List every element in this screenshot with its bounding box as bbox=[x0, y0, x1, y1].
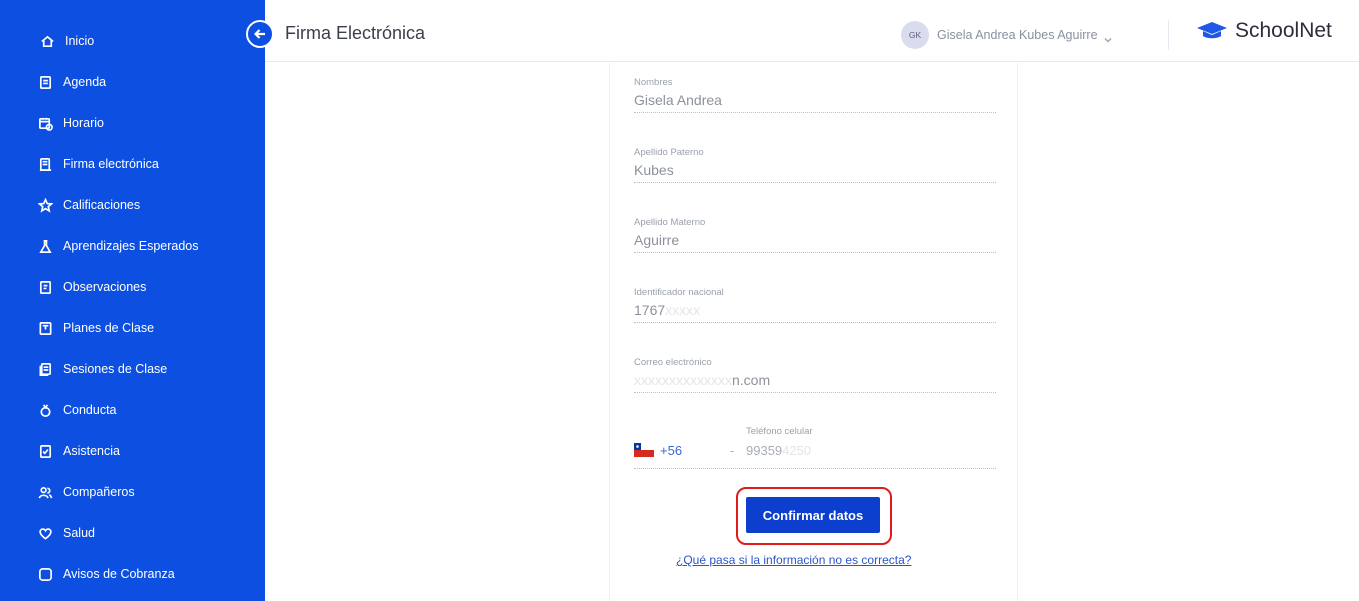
field-nombres[interactable]: Nombres Gisela Andrea bbox=[634, 77, 996, 113]
sidebar-item-label: Planes de Clase bbox=[63, 321, 155, 335]
sidebar-item-label: Asistencia bbox=[63, 444, 120, 458]
sidebar-item-asistencia[interactable]: Asistencia bbox=[36, 439, 120, 463]
sidebar-item-inicio[interactable]: Inicio bbox=[38, 29, 94, 53]
sidebar-item-salud[interactable]: Salud bbox=[36, 521, 95, 545]
plan-icon bbox=[36, 319, 54, 337]
form-card: Nombres Gisela Andrea Apellido Paterno K… bbox=[609, 63, 1018, 601]
user-name: Gisela Andrea Kubes Aguirre bbox=[937, 28, 1098, 42]
avatar: GK bbox=[901, 21, 929, 49]
field-value: xxxxxxxxxxxxxxn.com bbox=[634, 372, 996, 392]
visible-part: 99359 bbox=[746, 443, 783, 458]
field-telefono-celular[interactable]: +56 - Teléfono celular 993594250 bbox=[634, 423, 996, 469]
field-label: Identificador nacional bbox=[634, 287, 724, 298]
sidebar-item-firma-electronica[interactable]: Firma electrónica bbox=[36, 152, 159, 176]
sidebar-item-label: Agenda bbox=[63, 75, 107, 89]
sidebar-item-companeros[interactable]: Compañeros bbox=[36, 480, 135, 504]
field-label: Teléfono celular bbox=[746, 426, 813, 437]
sidebar-item-observaciones[interactable]: Observaciones bbox=[36, 275, 146, 299]
highlight-box: Confirmar datos bbox=[736, 487, 892, 545]
header-divider bbox=[1168, 20, 1169, 50]
field-apellido-paterno[interactable]: Apellido Paterno Kubes bbox=[634, 147, 996, 183]
flask-icon bbox=[36, 237, 54, 255]
sidebar-item-label: Compañeros bbox=[63, 485, 135, 499]
sidebar: Inicio Agenda Horario Firma electrónica … bbox=[0, 0, 265, 601]
sidebar-item-label: Salud bbox=[63, 526, 95, 540]
visible-part: 1767 bbox=[634, 302, 666, 318]
sidebar-item-agenda[interactable]: Agenda bbox=[36, 70, 106, 94]
visible-part: n.com bbox=[732, 372, 771, 388]
graduation-cap-icon bbox=[1197, 22, 1227, 39]
sidebar-item-label: Aprendizajes Esperados bbox=[63, 239, 199, 253]
sidebar-item-aprendizajes-esperados[interactable]: Aprendizajes Esperados bbox=[36, 234, 199, 258]
sidebar-item-horario[interactable]: Horario bbox=[36, 111, 104, 135]
brand-name: SchoolNet bbox=[1235, 19, 1332, 42]
star-icon bbox=[36, 196, 54, 214]
hidden-part: xxxxx bbox=[665, 302, 701, 318]
people-icon bbox=[36, 483, 54, 501]
sidebar-item-label: Firma electrónica bbox=[63, 157, 159, 171]
header: Firma Electrónica GK Gisela Andrea Kubes… bbox=[265, 10, 1359, 62]
separator: - bbox=[730, 443, 735, 458]
brand[interactable]: SchoolNet bbox=[1195, 19, 1332, 43]
sidebar-item-label: Calificaciones bbox=[63, 198, 141, 212]
heart-icon bbox=[36, 524, 54, 542]
field-apellido-materno[interactable]: Apellido Materno Aguirre bbox=[634, 217, 996, 253]
country-code: +56 bbox=[660, 443, 683, 458]
agenda-icon bbox=[36, 73, 54, 91]
user-menu[interactable]: GK Gisela Andrea Kubes Aguirre bbox=[901, 21, 1112, 49]
field-value: Gisela Andrea bbox=[634, 92, 722, 108]
sidebar-item-label: Observaciones bbox=[63, 280, 147, 294]
field-label: Nombres bbox=[634, 77, 673, 88]
field-identificador-nacional[interactable]: Identificador nacional 1767xxxxx bbox=[634, 287, 996, 323]
calendar-clock-icon bbox=[36, 114, 54, 132]
note-icon bbox=[36, 278, 54, 296]
sidebar-item-conducta[interactable]: Conducta bbox=[36, 398, 117, 422]
field-value: Kubes bbox=[634, 162, 674, 178]
sidebar-item-calificaciones[interactable]: Calificaciones bbox=[36, 193, 140, 217]
square-icon bbox=[36, 565, 54, 583]
sidebar-item-avisos-de-cobranza[interactable]: Avisos de Cobranza bbox=[36, 562, 175, 586]
page-title: Firma Electrónica bbox=[285, 23, 426, 43]
sidebar-item-label: Sesiones de Clase bbox=[63, 362, 168, 376]
field-label: Apellido Materno bbox=[634, 217, 706, 228]
help-link[interactable]: ¿Qué pasa si la información no es correc… bbox=[676, 553, 911, 567]
field-label: Apellido Paterno bbox=[634, 147, 704, 158]
hidden-part: 4250 bbox=[782, 443, 812, 458]
field-correo-electronico[interactable]: Correo electrónico xxxxxxxxxxxxxxn.com bbox=[634, 357, 996, 393]
app: Inicio Agenda Horario Firma electrónica … bbox=[0, 0, 1359, 601]
home-icon bbox=[38, 32, 56, 50]
chile-flag-icon bbox=[634, 443, 654, 457]
field-value: 1767xxxxx bbox=[634, 302, 996, 322]
field-value: Aguirre bbox=[634, 232, 680, 248]
field-value: 993594250 bbox=[746, 443, 811, 458]
sidebar-item-label: Avisos de Cobranza bbox=[63, 567, 175, 581]
sessions-icon bbox=[36, 360, 54, 378]
field-label: Correo electrónico bbox=[634, 357, 712, 368]
sidebar-item-label: Conducta bbox=[63, 403, 117, 417]
attendance-icon bbox=[36, 442, 54, 460]
sidebar-item-planes-de-clase[interactable]: Planes de Clase bbox=[36, 316, 154, 340]
chevron-down-icon bbox=[1104, 31, 1112, 43]
confirm-data-button[interactable]: Confirmar datos bbox=[746, 497, 880, 533]
sidebar-item-label: Horario bbox=[63, 116, 104, 130]
sidebar-item-label: Inicio bbox=[65, 34, 95, 48]
signature-doc-icon bbox=[36, 155, 54, 173]
sidebar-item-sesiones-de-clase[interactable]: Sesiones de Clase bbox=[36, 357, 167, 381]
conduct-icon bbox=[36, 401, 54, 419]
hidden-part: xxxxxxxxxxxxxx bbox=[634, 372, 732, 388]
